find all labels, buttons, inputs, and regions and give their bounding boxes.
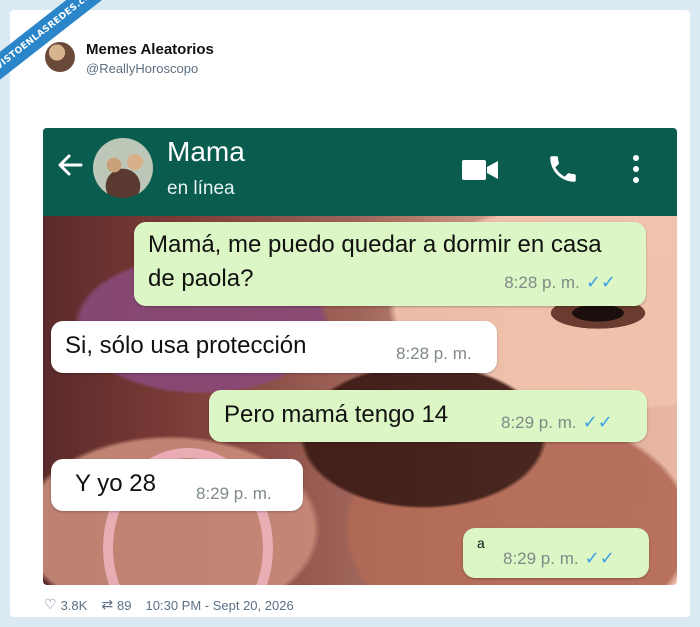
message-time: 8:28 p. m. (504, 273, 580, 292)
double-check-icon: ✓✓ (584, 548, 615, 569)
double-check-icon: ✓✓ (582, 412, 613, 433)
watermark-clip: VISTOENLASREDES.com (0, 0, 110, 110)
double-check-icon: ✓✓ (585, 272, 616, 293)
message-text: a (477, 535, 485, 551)
message-meta: 8:28 p. m. (396, 337, 472, 371)
message-meta: 8:29 p. m. (196, 477, 272, 511)
message-time: 8:28 p. m. (396, 344, 472, 363)
likes-value: 3.8K (60, 597, 88, 613)
arrow-left-icon[interactable] (55, 150, 87, 182)
watermark-ribbon: VISTOENLASREDES.com (0, 0, 110, 90)
chat-screenshot: Mama en línea Mamá, me puedo quedar a do… (43, 128, 677, 585)
message-bubble-incoming[interactable]: Y yo 28 8:29 p. m. (51, 459, 303, 511)
contact-avatar[interactable] (93, 138, 153, 198)
retweets-value: 89 (117, 597, 132, 613)
vertical-dots-icon[interactable] (629, 152, 643, 186)
message-text: Y yo 28 (75, 470, 156, 497)
message-bubble-outgoing[interactable]: a 8:29 p. m. ✓✓ (463, 528, 649, 578)
retweet-count[interactable]: ⇄ 89 (101, 597, 131, 613)
message-bubble-outgoing[interactable]: Mamá, me puedo quedar a dormir en casa d… (134, 222, 646, 306)
tweet-card: Memes Aleatorios @ReallyHoroscopo Mama e… (10, 10, 690, 617)
tweet-stats: ♡ 3.8K ⇄ 89 10:30 PM - Sept 20, 2026 (44, 597, 294, 613)
tweet-timestamp[interactable]: 10:30 PM - Sept 20, 2026 (146, 598, 294, 613)
like-count[interactable]: ♡ 3.8K (44, 597, 87, 613)
contact-status: en línea (167, 178, 235, 199)
page-background: VISTOENLASREDES.com Memes Aleatorios @Re… (0, 0, 700, 627)
contact-name[interactable]: Mama (167, 136, 245, 168)
message-meta: 8:29 p. m. ✓✓ (501, 406, 613, 440)
message-text: Pero mamá tengo 14 (224, 401, 449, 428)
message-bubble-incoming[interactable]: Si, sólo usa protección 8:28 p. m. (51, 321, 497, 373)
message-meta: 8:29 p. m. ✓✓ (503, 546, 615, 572)
heart-icon[interactable]: ♡ (44, 597, 57, 613)
timestamp-text: 10:30 PM - Sept 20, 2026 (145, 597, 294, 613)
video-camera-icon[interactable] (461, 158, 499, 182)
message-meta: 8:28 p. m. ✓✓ (504, 266, 616, 300)
phone-icon[interactable] (546, 152, 580, 186)
retweet-icon[interactable]: ⇄ (101, 597, 113, 613)
message-text: Si, sólo usa protección (65, 332, 307, 359)
message-bubble-outgoing[interactable]: Pero mamá tengo 14 8:29 p. m. ✓✓ (209, 390, 647, 442)
chat-header: Mama en línea (43, 128, 677, 216)
message-time: 8:29 p. m. (196, 484, 272, 503)
message-time: 8:29 p. m. (503, 549, 579, 568)
message-time: 8:29 p. m. (501, 413, 577, 432)
